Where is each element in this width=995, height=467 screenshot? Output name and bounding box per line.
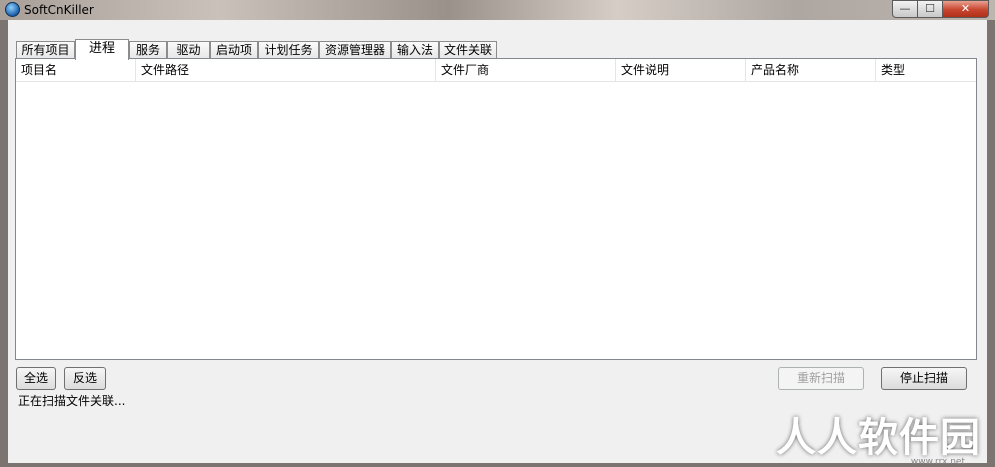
column-header-vendor[interactable]: 文件厂商: [436, 59, 616, 81]
close-button[interactable]: ✕: [943, 0, 989, 18]
maximize-button[interactable]: ☐: [918, 0, 943, 18]
watermark-logo: 人人软件园: [776, 415, 981, 461]
tab-drivers[interactable]: 驱动: [167, 41, 210, 59]
rescan-button[interactable]: 重新扫描: [778, 367, 864, 390]
tab-input-method[interactable]: 输入法: [391, 41, 439, 59]
title-bar[interactable]: SoftCnKiller — ☐ ✕: [0, 0, 995, 20]
select-all-button[interactable]: 全选: [16, 367, 56, 390]
column-header-product[interactable]: 产品名称: [746, 59, 876, 81]
tab-explorer[interactable]: 资源管理器: [319, 41, 391, 59]
column-header-type[interactable]: 类型: [876, 59, 976, 81]
list-header: 项目名 文件路径 文件厂商 文件说明 产品名称 类型: [16, 59, 976, 82]
tab-startup[interactable]: 启动项: [210, 41, 258, 59]
tab-scheduled-tasks[interactable]: 计划任务: [258, 41, 319, 59]
items-list[interactable]: 项目名 文件路径 文件厂商 文件说明 产品名称 类型: [15, 58, 977, 360]
app-icon: [5, 2, 20, 17]
minimize-button[interactable]: —: [892, 0, 918, 18]
main-panel: 所有项目 进程 服务 驱动 启动项 计划任务 资源管理器 输入法 文件关联 项目…: [8, 20, 987, 463]
tab-services[interactable]: 服务: [129, 41, 167, 59]
stop-scan-button[interactable]: 停止扫描: [881, 367, 967, 390]
window-title: SoftCnKiller: [24, 3, 94, 17]
column-header-path[interactable]: 文件路径: [136, 59, 436, 81]
column-header-name[interactable]: 项目名: [16, 59, 136, 81]
column-header-description[interactable]: 文件说明: [616, 59, 746, 81]
tab-processes[interactable]: 进程: [75, 39, 129, 60]
watermark-url: www.rrx.net: [910, 457, 965, 467]
tab-file-association[interactable]: 文件关联: [439, 41, 497, 59]
tab-all-items[interactable]: 所有项目: [16, 41, 75, 59]
window-controls: — ☐ ✕: [892, 0, 989, 18]
invert-selection-button[interactable]: 反选: [64, 367, 106, 390]
status-text: 正在扫描文件关联...: [18, 394, 126, 408]
